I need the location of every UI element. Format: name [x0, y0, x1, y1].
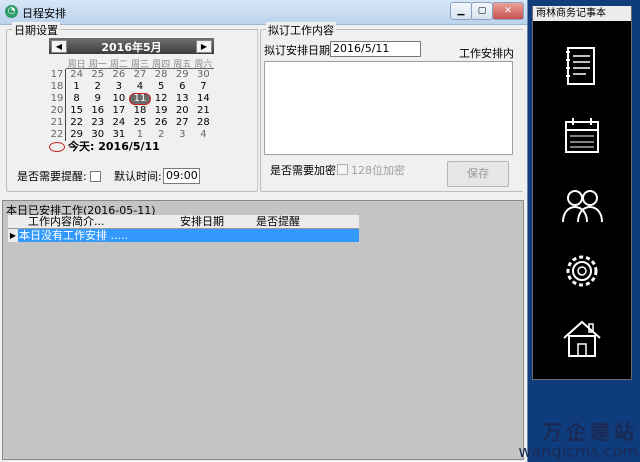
calendar-day[interactable]: 30: [193, 69, 214, 81]
column-header-remind[interactable]: 是否提醒: [256, 215, 346, 228]
week-number: 21: [50, 117, 64, 128]
week-number: 17: [50, 69, 64, 80]
calendar-days: 24 25 26 27 28 29 30 1 2 3 4 5 6 7 8 9 10 11 12 13 14 15 16 17 1…: [66, 69, 214, 141]
calendar-day[interactable]: 21: [193, 105, 214, 117]
calendar-day[interactable]: 25: [87, 69, 108, 81]
house-icon[interactable]: [556, 312, 608, 364]
minimize-button[interactable]: ▁: [450, 2, 472, 20]
calendar-day[interactable]: 19: [151, 105, 172, 117]
calendar-day[interactable]: 8: [66, 93, 87, 105]
calendar-day[interactable]: 28: [151, 69, 172, 81]
plan-date-label: 拟订安排日期:: [264, 44, 334, 57]
calendar-day[interactable]: 5: [151, 81, 172, 93]
row-pointer-icon: ▶: [8, 229, 18, 242]
weekday-label: 周四: [152, 60, 171, 70]
calendar-day[interactable]: 28: [193, 117, 214, 129]
weekday-label: 周二: [109, 60, 128, 70]
close-button[interactable]: ✕: [492, 2, 524, 20]
notebook-icon[interactable]: [556, 40, 608, 92]
calendar-day[interactable]: 2: [87, 81, 108, 93]
calendar-week-numbers: 17 18 19 20 21 22: [49, 69, 66, 141]
next-month-button[interactable]: ▶: [196, 40, 212, 53]
column-header-date[interactable]: 安排日期: [180, 215, 256, 228]
today-text: 今天: 2016/5/11: [68, 140, 160, 153]
default-time-label: 默认时间:: [114, 170, 162, 183]
content-textarea[interactable]: [264, 61, 513, 155]
encrypt-label: 是否需要加密:: [270, 164, 340, 177]
calendar-header: ◀ 2016年5月 ▶: [49, 38, 214, 54]
calendar-day[interactable]: 16: [87, 105, 108, 117]
calendar-day[interactable]: 24: [108, 117, 129, 129]
gear-icon[interactable]: [556, 245, 608, 297]
calendar-day[interactable]: 20: [172, 105, 193, 117]
calendar-month-title: 2016年5月: [101, 41, 162, 54]
calendar-day[interactable]: 1: [66, 81, 87, 93]
weekday-label: 周三: [130, 60, 149, 70]
calendar-day[interactable]: 26: [108, 69, 129, 81]
calendar-day[interactable]: 22: [66, 117, 87, 129]
work-grid-header: 工作内容简介... 安排日期 是否提醒: [8, 215, 359, 229]
calendar-day[interactable]: 3: [172, 129, 193, 141]
calendar-day[interactable]: 13: [172, 93, 193, 105]
calendar-weekdays: 周日 周一 周二 周三 周四 周五 周六: [66, 57, 214, 70]
plan-date-input[interactable]: 2016/5/11: [330, 41, 421, 57]
calendar-day[interactable]: 15: [66, 105, 87, 117]
encrypt128-label: 128位加密: [351, 164, 405, 177]
encrypt128-checkbox[interactable]: [337, 164, 348, 175]
watermark-url: wanqicms.com: [518, 442, 638, 461]
plan-legend: 拟订工作内容: [266, 22, 336, 38]
calendar-day-today[interactable]: 11: [129, 93, 151, 105]
calendar-day[interactable]: 12: [151, 93, 172, 105]
calendar-day[interactable]: 25: [129, 117, 150, 129]
weekday-label: 周一: [88, 60, 107, 70]
calendar-day[interactable]: 27: [172, 117, 193, 129]
people-icon[interactable]: [556, 180, 608, 232]
row-text: 本日没有工作安排 .....: [19, 229, 128, 242]
calendar-day[interactable]: 10: [108, 93, 129, 105]
save-button[interactable]: 保存: [447, 161, 509, 187]
title-bar: ◔ 日程安排 ▁ ▢ ✕: [0, 0, 527, 25]
remind-checkbox[interactable]: [90, 171, 101, 182]
default-time-input[interactable]: 09:00: [163, 168, 200, 184]
watermark-cn: 万企建站: [542, 420, 638, 444]
app-icon: ◔: [5, 5, 18, 18]
today-circle-icon: [49, 142, 65, 152]
today-link[interactable]: 今天: 2016/5/11: [49, 138, 160, 154]
calendar-day[interactable]: 6: [172, 81, 193, 93]
weekday-label: 周六: [194, 60, 213, 70]
calendar-day[interactable]: 7: [193, 81, 214, 93]
calendar-day[interactable]: 27: [129, 69, 150, 81]
week-number: 18: [50, 81, 64, 92]
calendar-day[interactable]: 17: [108, 105, 129, 117]
schedule-window: ◔ 日程安排 ▁ ▢ ✕ 日期设置 ◀ 2016年5月 ▶ 周日 周一 周二 周三 周四…: [0, 0, 528, 462]
calendar-day[interactable]: 4: [193, 129, 214, 141]
weekday-label: 周五: [173, 60, 192, 70]
calendar-day[interactable]: 4: [129, 81, 150, 93]
site-watermark: 万企建站 wanqicms.com: [470, 420, 638, 462]
week-number: 20: [50, 105, 64, 116]
side-panel-title: 雨林商务记事本: [533, 6, 631, 21]
calendar-day[interactable]: 14: [193, 93, 214, 105]
date-settings-legend: 日期设置: [12, 22, 60, 38]
table-row[interactable]: ▶ 本日没有工作安排 .....: [8, 229, 359, 242]
week-number: 19: [50, 93, 64, 104]
calendar-day[interactable]: 23: [87, 117, 108, 129]
remind-label: 是否需要提醒:: [17, 170, 87, 183]
weekday-label: 周日: [67, 60, 86, 70]
maximize-button[interactable]: ▢: [471, 2, 493, 20]
calendar-icon[interactable]: [556, 110, 608, 162]
window-title: 日程安排: [22, 7, 66, 20]
calendar-day[interactable]: 24: [66, 69, 87, 81]
column-header-summary[interactable]: 工作内容简介...: [18, 215, 180, 228]
calendar-day[interactable]: 26: [151, 117, 172, 129]
calendar-day[interactable]: 3: [108, 81, 129, 93]
calendar-day[interactable]: 18: [129, 105, 150, 117]
calendar-day[interactable]: 29: [172, 69, 193, 81]
calendar-day[interactable]: 9: [87, 93, 108, 105]
